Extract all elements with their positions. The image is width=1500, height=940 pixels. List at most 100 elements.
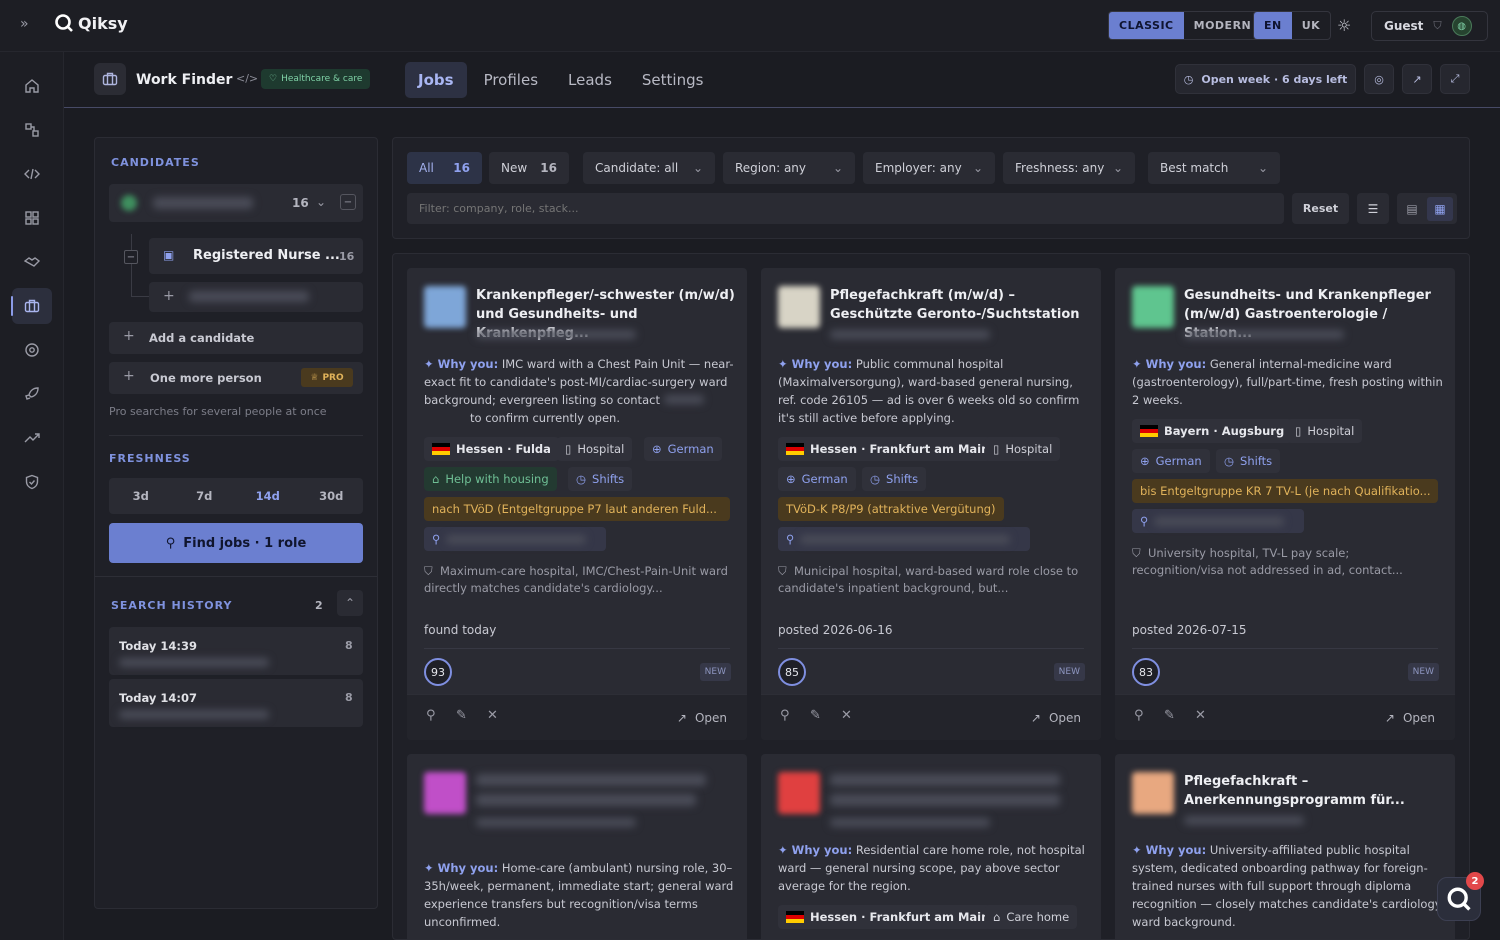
grid-icon[interactable] [12,200,52,236]
reset-button[interactable]: Reset [1292,193,1349,224]
history-item[interactable]: Today 14:07 8 [109,679,363,727]
search-chip[interactable]: ⚲ [424,527,606,551]
open-button[interactable]: ↗ Open [1373,703,1447,733]
close-icon[interactable]: ✕ [841,708,852,723]
region-filter[interactable]: Region: any ⌄ [723,152,855,184]
edit-icon[interactable]: ✎ [456,708,467,723]
code-icon[interactable]: </> [236,72,258,85]
external-link-icon[interactable]: ↗ [1402,64,1432,94]
job-card[interactable]: Pflegefachkraft – Anerkennungsprogramm f… [1115,754,1455,939]
company-name-blurred [476,330,636,339]
compass-icon[interactable]: ◎ [1364,64,1394,94]
why-you-label: ✦ Why you: [778,357,853,371]
candidate-selector[interactable]: 16 ⌄ − [109,184,363,222]
style-classic-button[interactable]: CLASSIC [1109,12,1184,39]
open-button[interactable]: ↗ Open [665,703,739,733]
filter-all-label: All [419,161,434,175]
open-week-button[interactable]: ◷ Open week · 6 days left [1175,64,1356,94]
history-item[interactable]: Today 14:39 8 [109,627,363,675]
open-button[interactable]: ↗ Open [1019,703,1093,733]
collapse-role-icon[interactable]: − [124,250,138,264]
pin-icon[interactable]: ⚲ [780,708,790,723]
job-card[interactable]: Krankenpfleger/-schwester (m/w/d) und Ge… [407,268,747,740]
chevron-down-icon[interactable]: ⌄ [316,195,326,209]
filter-new-button[interactable]: New 16 [489,152,569,184]
collapse-icon[interactable]: − [340,194,356,210]
style-modern-button[interactable]: MODERN [1184,12,1262,39]
handshake-icon[interactable] [12,244,52,280]
filter-all-button[interactable]: All 16 [407,152,482,184]
type-label: Hospital [1005,442,1053,456]
target-icon[interactable] [12,332,52,368]
trend-icon[interactable] [12,420,52,456]
job-card[interactable]: ✦ Why you: Residential care home role, n… [761,754,1101,939]
job-title-blurred [830,774,1060,786]
job-card[interactable]: Pflegefachkraft (m/w/d) – Geschützte Ger… [761,268,1101,740]
user-menu[interactable]: Guest ⛉ ◍ [1371,11,1488,41]
close-icon[interactable]: ✕ [487,708,498,723]
history-detail-blurred [119,658,269,667]
company-logo [1132,772,1174,814]
sort-select[interactable]: Best match ⌄ [1148,152,1280,184]
job-title[interactable]: Pflegefachkraft – Anerkennungsprogramm f… [1184,772,1444,810]
candidate-filter[interactable]: Candidate: all ⌄ [583,152,715,184]
external-link-icon: ↗ [1030,711,1041,725]
card-footer: ⚲ ✎ ✕ ↗ Open [1115,694,1455,740]
chevron-up-icon[interactable]: ⌃ [337,590,363,616]
theme-sun-icon[interactable]: ☼ [1337,16,1351,35]
briefcase-icon: ▣ [163,248,175,262]
shield-check-icon[interactable] [12,464,52,500]
search-chip[interactable]: ⚲ [778,527,1030,551]
assessment-note: ⛉ Municipal hospital, ward-based ward ro… [778,563,1088,597]
one-more-person-button[interactable]: + One more person ♕ PRO [109,362,363,394]
location-label: Hessen · Frankfurt am Main [810,442,990,456]
freshness-14d[interactable]: 14d [236,478,300,514]
job-card[interactable]: ✦ Why you: Home-care (ambulant) nursing … [407,754,747,939]
match-score: 85 [778,658,806,686]
briefcase-icon[interactable] [11,288,52,324]
job-card[interactable]: Gesundheits- und Krankenpfleger (m/w/d) … [1115,268,1455,740]
edit-icon[interactable]: ✎ [1164,708,1175,723]
freshness-filter[interactable]: Freshness: any ⌄ [1003,152,1135,184]
lang-uk-button[interactable]: UK [1292,12,1330,39]
edit-icon[interactable]: ✎ [810,708,821,723]
pin-icon[interactable]: ⚲ [426,708,436,723]
tab-settings[interactable]: Settings [629,62,717,98]
code-icon[interactable] [12,156,52,192]
why-you-text: ✦ Why you: Home-care (ambulant) nursing … [424,859,736,931]
app-logo[interactable]: Qiksy [54,13,128,33]
employer-filter[interactable]: Employer: any ⌄ [863,152,995,184]
tab-profiles[interactable]: Profiles [471,62,551,98]
app-name: Qiksy [78,13,128,33]
freshness-3d[interactable]: 3d [109,478,173,514]
lang-en-button[interactable]: EN [1254,12,1292,39]
nodes-icon[interactable] [12,112,52,148]
role-item[interactable]: ▣ Registered Nurse ... 16 [149,238,363,274]
search-chip-blurred [1154,516,1285,526]
pin-icon[interactable]: ⚲ [1134,708,1144,723]
freshness-30d[interactable]: 30d [300,478,364,514]
freshness-7d[interactable]: 7d [173,478,237,514]
crown-icon: ♕ [310,372,319,383]
filter-search-input[interactable] [407,193,1284,224]
grid-view-icon[interactable]: ▦ [1427,196,1453,221]
external-link-icon: ↗ [676,711,687,725]
settings-sliders-icon[interactable]: ☰ [1357,193,1389,224]
why-you-label: ✦ Why you: [1132,843,1207,857]
rocket-icon[interactable] [12,376,52,412]
add-candidate-button[interactable]: + Add a candidate [109,322,363,354]
briefcase-icon [94,63,126,95]
expand-sidebar-icon[interactable]: » [20,16,29,32]
close-icon[interactable]: ✕ [1195,708,1206,723]
list-view-icon[interactable]: ▤ [1397,202,1427,216]
search-chip[interactable]: ⚲ [1132,509,1304,533]
tab-jobs[interactable]: Jobs [405,62,467,98]
home-icon[interactable] [12,68,52,104]
add-role-row[interactable]: + [149,282,363,312]
freshness-heading: FRESHNESS [109,452,191,465]
tab-leads[interactable]: Leads [555,62,625,98]
find-jobs-button[interactable]: ⚲ Find jobs · 1 role [109,523,363,563]
divider [109,435,363,436]
job-title[interactable]: Pflegefachkraft (m/w/d) – Geschützte Ger… [830,286,1090,324]
fullscreen-icon[interactable]: ⤢ [1440,64,1470,94]
